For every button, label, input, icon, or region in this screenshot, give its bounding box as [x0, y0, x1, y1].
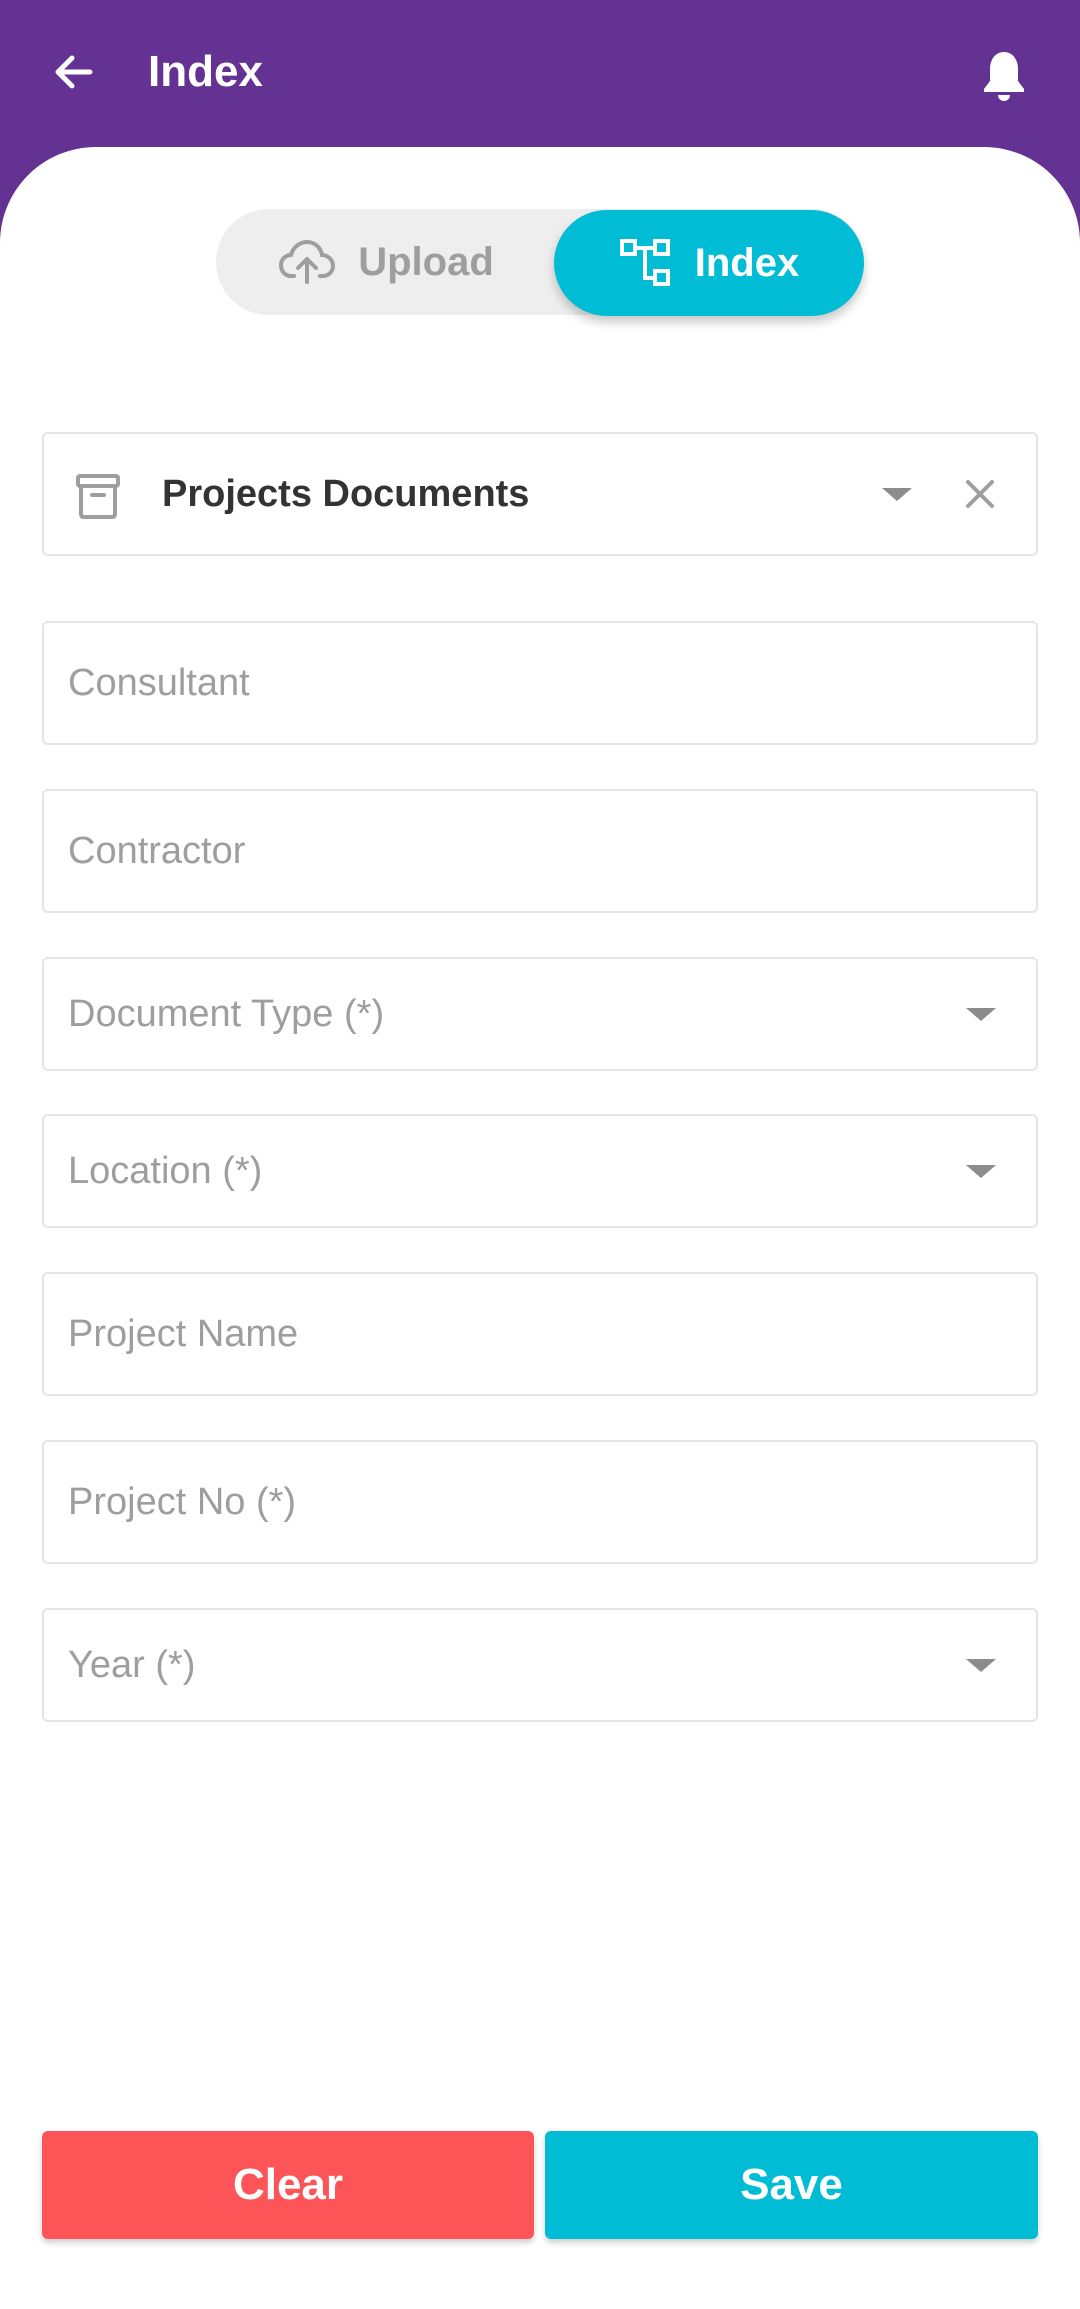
arrow-left-icon: [55, 55, 93, 89]
save-button[interactable]: Save: [545, 2131, 1038, 2239]
page-title: Index: [148, 47, 263, 96]
document-type-select[interactable]: Document Type (*): [42, 957, 1038, 1071]
tab-index-label: Index: [694, 240, 800, 285]
consultant-field[interactable]: Consultant: [42, 621, 1038, 745]
year-select[interactable]: Year (*): [42, 1608, 1038, 1722]
tab-upload-label: Upload: [358, 239, 494, 284]
project-no-field[interactable]: Project No (*): [42, 1440, 1038, 1564]
close-icon[interactable]: [960, 474, 1000, 514]
caret-down-icon: [966, 1007, 996, 1021]
clear-button[interactable]: Clear: [42, 2131, 534, 2239]
project-no-placeholder: Project No (*): [68, 1480, 297, 1523]
hierarchy-icon: [619, 239, 670, 286]
tab-index[interactable]: Index: [554, 210, 864, 316]
bell-icon: [984, 52, 1024, 101]
cabinet-select[interactable]: Projects Documents: [42, 432, 1038, 556]
cabinet-select-value: Projects Documents: [162, 472, 530, 515]
caret-down-icon[interactable]: [882, 487, 912, 501]
back-button[interactable]: [42, 40, 106, 104]
cloud-upload-icon: [279, 239, 336, 284]
caret-down-icon: [966, 1164, 996, 1178]
project-name-field[interactable]: Project Name: [42, 1272, 1038, 1396]
location-select[interactable]: Location (*): [42, 1114, 1038, 1228]
project-name-placeholder: Project Name: [68, 1312, 299, 1355]
contractor-placeholder: Contractor: [68, 829, 246, 872]
archive-box-icon: [76, 474, 120, 519]
document-type-placeholder: Document Type (*): [68, 992, 385, 1035]
consultant-placeholder: Consultant: [68, 661, 250, 704]
notifications-button[interactable]: [968, 40, 1040, 112]
tab-upload[interactable]: Upload: [216, 209, 556, 315]
contractor-field[interactable]: Contractor: [42, 789, 1038, 913]
caret-down-icon: [966, 1658, 996, 1672]
year-placeholder: Year (*): [68, 1643, 196, 1686]
app-bar: Index: [0, 0, 1080, 147]
mode-toggle: Upload Index: [216, 209, 864, 316]
location-placeholder: Location (*): [68, 1149, 263, 1192]
